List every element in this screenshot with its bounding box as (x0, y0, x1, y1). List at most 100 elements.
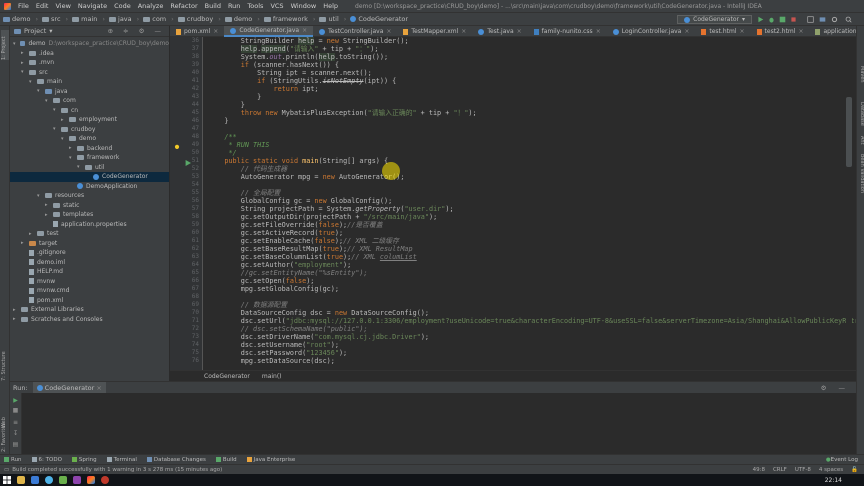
menu-item-view[interactable]: View (55, 2, 70, 10)
tool-window-button[interactable]: Java Enterprise (246, 457, 295, 463)
scroll-end-icon[interactable]: ↧ (12, 430, 19, 437)
file-explorer-icon[interactable] (17, 476, 25, 484)
tree-item[interactable]: ▾ demo (10, 134, 169, 144)
clock[interactable]: 22:14 (825, 477, 842, 484)
close-icon[interactable]: × (517, 28, 522, 35)
project-tool-tab[interactable]: 1: Project (1, 30, 9, 60)
tree-item[interactable]: ▸ employment (10, 115, 169, 125)
favorites-tool-tab[interactable]: 2: Favorites (1, 423, 9, 452)
close-icon[interactable]: × (740, 28, 745, 35)
chevron-right-icon[interactable]: ▸ (21, 240, 26, 246)
tool-window-button[interactable]: Run (4, 457, 22, 463)
status-message[interactable]: Build completed successfully with 1 warn… (12, 467, 222, 473)
bean-validation-tool-tab[interactable]: Bean Validation (857, 154, 864, 194)
windows-start-icon[interactable] (3, 476, 11, 484)
menu-item-run[interactable]: Run (228, 2, 240, 10)
breadcrumb-item[interactable]: crudboy › (177, 15, 221, 23)
maven-tool-tab[interactable]: Maven (857, 66, 864, 96)
panel-actions-icon[interactable]: ⊕ ≑ ⚙ — (108, 27, 165, 35)
tree-item[interactable]: .gitignore (10, 248, 169, 258)
panel-settings-icon[interactable]: ⚙ — (821, 384, 850, 392)
tree-item[interactable]: CodeGenerator (10, 172, 169, 182)
chevron-down-icon[interactable]: ▾ (61, 136, 66, 142)
close-icon[interactable]: × (461, 28, 466, 35)
chevron-down-icon[interactable]: ▾ (45, 98, 50, 104)
indent-setting[interactable]: 4 spaces (819, 467, 843, 473)
editor-tab[interactable]: LoginController.java × (607, 26, 696, 37)
menu-item-edit[interactable]: Edit (36, 2, 49, 10)
structure-tool-tab[interactable]: 7: Structure (1, 341, 9, 381)
sdk-icon[interactable] (819, 16, 826, 23)
breadcrumb-item[interactable]: demo › (224, 15, 260, 23)
tree-item[interactable]: mvnw.cmd (10, 286, 169, 296)
menu-item-code[interactable]: Code (114, 2, 131, 10)
rerun-icon[interactable]: ▶ (12, 397, 19, 404)
editor-tab[interactable]: Test.java × (472, 26, 527, 37)
editor-gutter[interactable]: 36 37 38 39 40 41 42 43 44 45 46 47 48 49 50 51 52 53 54 55… (170, 37, 203, 370)
chevron-right-icon[interactable]: ▸ (45, 212, 50, 218)
tree-item[interactable]: ▸ .mvn (10, 58, 169, 68)
tree-item[interactable]: ▾ util (10, 163, 169, 173)
tree-item[interactable]: mvnw (10, 277, 169, 287)
bulb-icon[interactable] (174, 144, 180, 151)
chevron-down-icon[interactable]: ▾ (29, 79, 34, 85)
chevron-right-icon[interactable]: ▸ (69, 145, 74, 151)
tree-item[interactable]: application.properties (10, 220, 169, 230)
tree-item[interactable]: DemoApplication (10, 182, 169, 192)
tree-item[interactable]: ▸ External Libraries (10, 305, 169, 315)
tree-item[interactable]: ▾ src (10, 68, 169, 78)
database-tool-tab[interactable]: Database (857, 102, 864, 132)
tool-window-button[interactable]: Database Changes (146, 457, 206, 463)
menu-item-vcs[interactable]: VCS (270, 2, 283, 10)
close-icon[interactable]: × (386, 28, 391, 35)
breadcrumb-method[interactable]: main() (262, 373, 282, 380)
chevron-down-icon[interactable]: ▾ (53, 107, 58, 113)
chevron-down-icon[interactable]: ▾ (21, 69, 26, 75)
breadcrumb-item[interactable]: main › (72, 15, 105, 23)
chevron-down-icon[interactable]: ▾ (49, 27, 52, 35)
close-icon[interactable]: × (684, 28, 689, 35)
run-gutter-icon[interactable] (185, 160, 191, 166)
chevron-right-icon[interactable]: ▸ (29, 231, 34, 237)
code-content[interactable]: StringBuilder help = new StringBuilder()… (208, 37, 856, 370)
chevron-down-icon[interactable]: ▾ (69, 155, 74, 161)
tree-item[interactable]: ▾ demo D:\workspace_practice\CRUD_boy\demo (10, 39, 169, 49)
tree-item[interactable]: ▸ .idea (10, 49, 169, 59)
chevron-right-icon[interactable]: ▸ (13, 307, 18, 313)
editor-tab[interactable]: TestMapper.xml × (397, 26, 472, 37)
print-icon[interactable]: ▤ (12, 441, 19, 448)
chrome-icon[interactable] (45, 476, 53, 484)
tree-item[interactable]: ▾ cn (10, 106, 169, 116)
menu-item-tools[interactable]: Tools (247, 2, 263, 10)
chevron-down-icon[interactable]: ▾ (77, 164, 82, 170)
file-encoding[interactable]: UTF-8 (795, 467, 811, 473)
project-structure-icon[interactable] (807, 16, 814, 23)
breadcrumb-item[interactable]: com › (143, 15, 174, 23)
tree-item[interactable]: demo.iml (10, 258, 169, 268)
chevron-down-icon[interactable]: ▾ (53, 126, 58, 132)
chevron-right-icon[interactable]: ▸ (21, 50, 26, 56)
tool-window-button[interactable]: Terminal (106, 457, 137, 463)
tree-item[interactable]: ▸ Scratches and Consoles (10, 315, 169, 325)
recorder-icon[interactable] (101, 476, 109, 484)
chevron-right-icon[interactable]: ▸ (45, 202, 50, 208)
breadcrumb-item[interactable]: CodeGenerator (350, 15, 408, 23)
chevron-down-icon[interactable]: ▾ (13, 41, 17, 47)
stop-icon[interactable] (790, 16, 797, 23)
menu-item-analyze[interactable]: Analyze (138, 2, 164, 10)
scrollbar-thumb[interactable] (846, 97, 852, 167)
tree-item[interactable]: ▸ backend (10, 144, 169, 154)
menu-item-build[interactable]: Build (205, 2, 221, 10)
tree-item[interactable]: ▸ static (10, 201, 169, 211)
menu-item-file[interactable]: File (18, 2, 29, 10)
chevron-down-icon[interactable]: ▾ (37, 88, 42, 94)
breadcrumb-item[interactable]: framework › (263, 15, 315, 23)
tree-item[interactable]: ▸ target (10, 239, 169, 249)
close-icon[interactable]: × (96, 384, 101, 392)
cursor-position[interactable]: 49:8 (753, 467, 765, 473)
app-icon[interactable] (73, 476, 81, 484)
tool-window-button[interactable]: Build (215, 457, 237, 463)
breadcrumb-item[interactable]: src › (42, 15, 68, 23)
settings-gear-icon[interactable] (831, 16, 838, 23)
breadcrumb-class[interactable]: CodeGenerator (204, 373, 250, 380)
